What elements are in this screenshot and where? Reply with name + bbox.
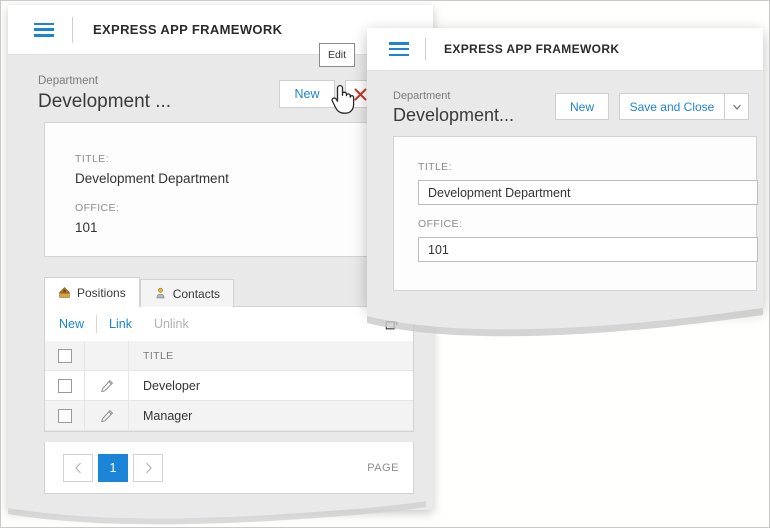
grid-new-button[interactable]: New <box>59 317 84 331</box>
chevron-left-icon <box>74 462 83 474</box>
tab-strip: Positions Contacts <box>44 277 234 307</box>
tab-contacts-label: Contacts <box>173 287 220 301</box>
open-in-new-window-icon <box>385 317 399 331</box>
toolbar-divider <box>96 315 97 333</box>
row-title-value: Manager <box>129 409 413 423</box>
titlebar-divider <box>72 17 73 43</box>
breadcrumb-parent: Department <box>38 76 171 88</box>
grid-header-row: TITLE <box>45 341 413 371</box>
chevron-down-icon <box>733 104 741 110</box>
new-button[interactable]: New <box>279 80 335 108</box>
hamburger-menu-icon[interactable] <box>34 23 54 37</box>
popup-breadcrumb-current: Development... <box>393 106 514 124</box>
save-dropdown-button[interactable] <box>725 93 749 120</box>
popup-titlebar: EXPRESS APP FRAMEWORK <box>367 28 763 71</box>
next-page-button[interactable] <box>133 454 163 482</box>
title-input[interactable]: Development Department <box>418 180 758 205</box>
row-checkbox[interactable] <box>58 409 72 423</box>
edit-tooltip: Edit <box>319 43 355 67</box>
select-all-cell <box>45 341 85 370</box>
grid-export-button[interactable] <box>385 317 399 331</box>
grid-header-title: TITLE <box>129 350 413 362</box>
row-select-cell <box>45 401 85 430</box>
hamburger-menu-icon[interactable] <box>389 42 409 56</box>
office-input[interactable]: 101 <box>418 237 758 262</box>
popup-new-button[interactable]: New <box>555 93 609 120</box>
page-1-button[interactable]: 1 <box>98 454 128 482</box>
tab-contacts[interactable]: Contacts <box>140 279 234 307</box>
popup-title: EXPRESS APP FRAMEWORK <box>444 42 619 56</box>
breadcrumb-current: Development ... <box>38 92 171 111</box>
grid-unlink-button: Unlink <box>154 317 189 331</box>
contacts-icon <box>154 287 167 300</box>
titlebar-divider <box>425 38 426 60</box>
title-field-label: TITLE: <box>75 153 413 165</box>
popup-breadcrumb: Department Development... <box>393 91 514 124</box>
grid-toolbar: New Link Unlink <box>44 307 414 341</box>
chevron-right-icon <box>144 462 153 474</box>
pencil-icon <box>100 379 114 393</box>
positions-grid: TITLE Developer <box>44 341 414 432</box>
tab-positions[interactable]: Positions <box>44 277 140 307</box>
detail-card-body: TITLE: Development Department OFFICE: 10… <box>45 123 413 235</box>
row-checkbox[interactable] <box>58 379 72 393</box>
positions-icon <box>58 286 71 299</box>
page-label: PAGE <box>367 462 399 474</box>
office-field-label: OFFICE: <box>75 202 413 214</box>
grid-header-edit-cell <box>85 341 129 370</box>
department-detail-card: TITLE: Development Department OFFICE: 10… <box>44 122 414 257</box>
popup-office-field-label: OFFICE: <box>418 218 756 230</box>
row-edit-cell[interactable] <box>85 371 129 400</box>
department-edit-card: TITLE: Development Department OFFICE: 10… <box>393 136 757 291</box>
table-row[interactable]: Manager <box>45 401 413 431</box>
select-all-checkbox[interactable] <box>58 349 72 363</box>
breadcrumb: Department Development ... <box>38 76 171 112</box>
popup-toolbar: Department Development... New Save and C… <box>367 76 763 124</box>
title-field-value: Development Department <box>75 171 413 186</box>
popup-title-field-label: TITLE: <box>418 161 756 173</box>
office-field-value: 101 <box>75 220 413 235</box>
table-row[interactable]: Developer <box>45 371 413 401</box>
save-and-close-button[interactable]: Save and Close <box>619 93 725 120</box>
page-title: EXPRESS APP FRAMEWORK <box>93 22 282 37</box>
pencil-icon <box>100 409 114 423</box>
edit-card-body: TITLE: Development Department OFFICE: 10… <box>394 137 756 262</box>
screenshot-canvas: EXPRESS APP FRAMEWORK Department Develop… <box>0 0 770 528</box>
grid-link-button[interactable]: Link <box>109 317 132 331</box>
grid-pager: 1 PAGE <box>44 442 414 494</box>
row-edit-cell[interactable] <box>85 401 129 430</box>
tab-positions-label: Positions <box>77 286 126 300</box>
edit-popup-window: EXPRESS APP FRAMEWORK Department Develop… <box>367 28 763 308</box>
previous-page-button[interactable] <box>63 454 93 482</box>
popup-toolbar-buttons: New Save and Close <box>555 93 749 124</box>
popup-breadcrumb-parent: Department <box>393 91 514 102</box>
close-x-icon <box>354 88 367 101</box>
row-select-cell <box>45 371 85 400</box>
row-title-value: Developer <box>129 379 413 393</box>
